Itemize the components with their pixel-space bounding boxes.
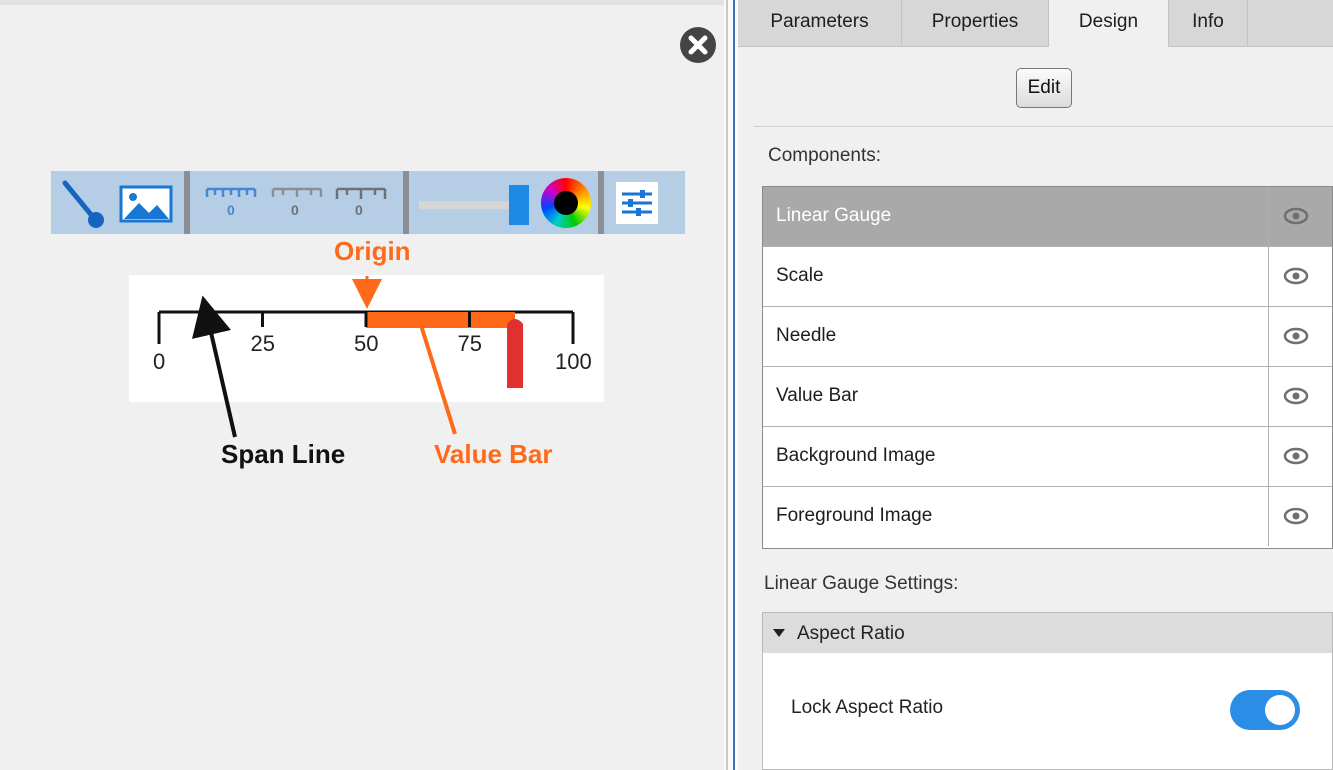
- component-row-background-image[interactable]: Background Image: [763, 427, 1332, 487]
- component-label: Scale: [776, 265, 824, 286]
- background-image-icon[interactable]: [119, 185, 173, 228]
- scale-style-1-icon[interactable]: 0: [203, 185, 259, 222]
- scale-style-3-icon[interactable]: 0: [333, 185, 389, 222]
- component-row-linear-gauge[interactable]: Linear Gauge: [763, 187, 1332, 247]
- component-row-foreground-image[interactable]: Foreground Image: [763, 487, 1332, 547]
- component-label: Linear Gauge: [776, 205, 892, 226]
- canvas-area: 0 0 0 0 25 50 75 100 Origin Span Line Va…: [0, 0, 724, 770]
- span-line-annotation: Span Line: [221, 439, 346, 469]
- tick-label: 50: [354, 331, 379, 356]
- tab-info[interactable]: Info: [1169, 0, 1248, 46]
- value-bar-annotation: Value Bar: [434, 439, 553, 469]
- tab-parameters[interactable]: Parameters: [738, 0, 902, 46]
- eye-icon[interactable]: [1283, 207, 1309, 230]
- aspect-ratio-section-header[interactable]: Aspect Ratio: [762, 612, 1333, 654]
- caret-down-icon: [773, 629, 785, 637]
- color-picker-icon[interactable]: [541, 178, 591, 228]
- component-label: Foreground Image: [776, 505, 933, 526]
- aspect-ratio-section-body: Lock Aspect Ratio: [762, 653, 1333, 770]
- toolbar-separator: [403, 171, 409, 234]
- component-label: Needle: [776, 325, 837, 346]
- eye-icon[interactable]: [1283, 387, 1309, 410]
- aspect-ratio-label: Aspect Ratio: [797, 623, 905, 644]
- linear-gauge: 0 25 50 75 100: [129, 275, 604, 402]
- tick-label: 25: [250, 331, 275, 356]
- components-list: Linear Gauge Scale Needle Value Bar Back…: [762, 186, 1333, 549]
- eye-icon[interactable]: [1283, 327, 1309, 350]
- property-panel: Parameters Properties Design Info Edit C…: [738, 0, 1333, 770]
- gauge-toolbar: 0 0 0: [51, 171, 685, 234]
- tick-label: 75: [457, 331, 482, 356]
- eye-icon[interactable]: [1283, 447, 1309, 470]
- edit-button[interactable]: Edit: [1016, 68, 1072, 108]
- toolbar-separator: [598, 171, 604, 234]
- component-row-scale[interactable]: Scale: [763, 247, 1332, 307]
- settings-heading: Linear Gauge Settings:: [764, 573, 959, 594]
- component-row-needle[interactable]: Needle: [763, 307, 1332, 367]
- tab-bar: Parameters Properties Design Info: [738, 0, 1333, 47]
- svg-text:0: 0: [291, 202, 299, 217]
- component-row-value-bar[interactable]: Value Bar: [763, 367, 1332, 427]
- settings-sliders-icon[interactable]: [616, 182, 658, 224]
- divider: [754, 126, 1333, 127]
- lock-aspect-ratio-label: Lock Aspect Ratio: [791, 697, 944, 718]
- svg-text:0: 0: [227, 202, 235, 217]
- tab-properties[interactable]: Properties: [902, 0, 1049, 46]
- close-icon[interactable]: [680, 27, 716, 63]
- eye-icon[interactable]: [1283, 267, 1309, 290]
- tick-label: 0: [153, 349, 166, 374]
- panel-splitter[interactable]: [724, 0, 738, 770]
- component-label: Value Bar: [776, 385, 859, 406]
- toolbar-separator: [184, 171, 190, 234]
- origin-annotation: Origin: [334, 236, 411, 266]
- component-label: Background Image: [776, 445, 936, 466]
- toggle-knob: [1265, 695, 1295, 725]
- eye-icon[interactable]: [1283, 507, 1309, 530]
- tab-design[interactable]: Design: [1049, 0, 1169, 47]
- needle-icon[interactable]: [59, 179, 109, 234]
- needle: [507, 319, 524, 388]
- tick-label: 100: [555, 349, 592, 374]
- value-bar: [366, 312, 516, 328]
- components-heading: Components:: [768, 145, 882, 166]
- value-bar-icon[interactable]: [419, 185, 529, 230]
- lock-aspect-ratio-toggle[interactable]: [1230, 690, 1300, 730]
- svg-text:0: 0: [355, 202, 363, 217]
- scale-style-2-icon[interactable]: 0: [269, 185, 325, 222]
